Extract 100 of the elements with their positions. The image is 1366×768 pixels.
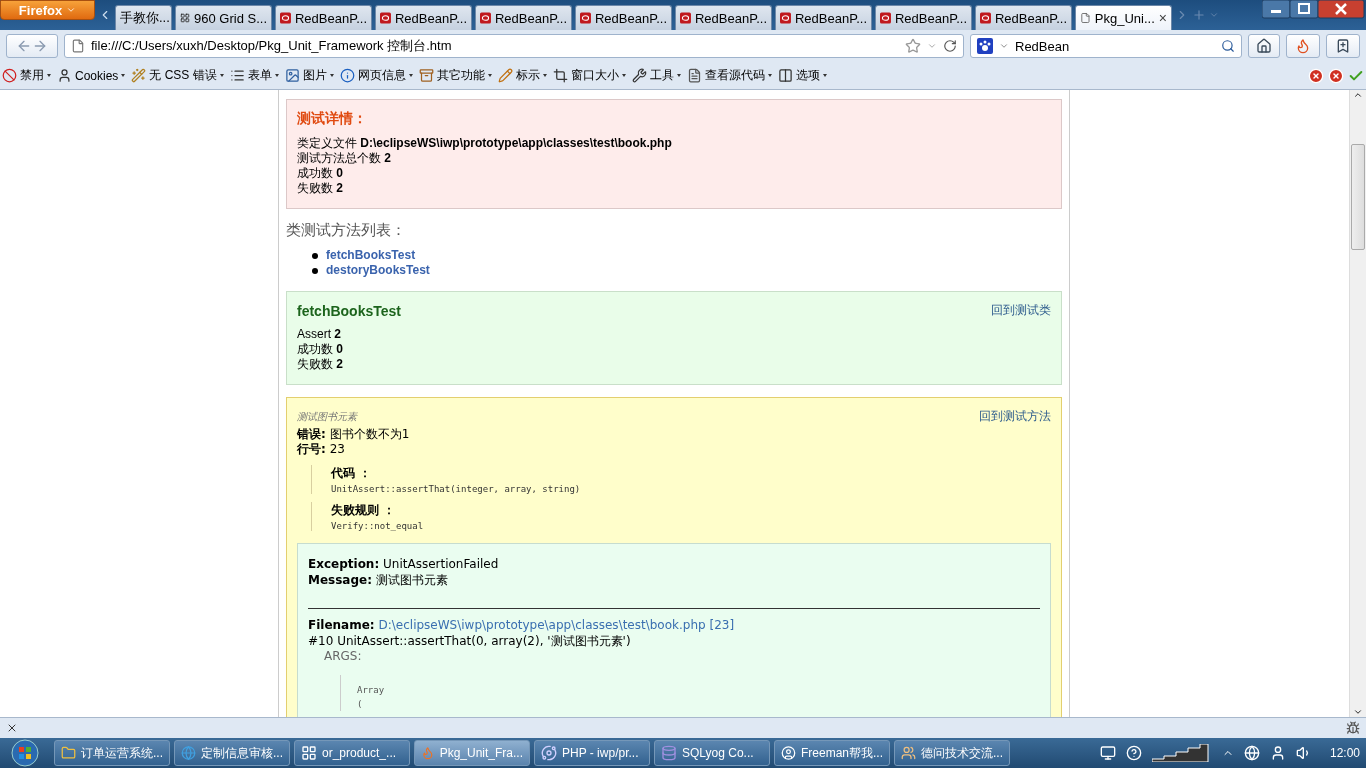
browser-tab[interactable]: 960 Grid S...: [175, 5, 272, 30]
panel-icon: [777, 68, 793, 83]
browser-tab[interactable]: RedBeanP...: [775, 5, 872, 30]
toolbar-menu[interactable]: 网页信息: [339, 67, 413, 84]
toolbar-menu[interactable]: 工具: [631, 67, 681, 84]
scroll-up-icon[interactable]: [1353, 90, 1363, 100]
detail-line: 失败数 2: [297, 181, 345, 196]
window-controls-drawing[interactable]: [1262, 0, 1366, 20]
toolbar-menu[interactable]: 标示: [497, 67, 547, 84]
bean-logo-icon: [780, 11, 791, 25]
block-label: 代码 ：: [331, 465, 373, 482]
taskbar-button[interactable]: SQLyog Co...: [654, 740, 770, 766]
crop-icon: [552, 68, 568, 83]
args-line: Array: [357, 684, 386, 697]
reload-icon[interactable]: [943, 39, 957, 53]
app-icon: [301, 745, 317, 761]
taskbar-button[interactable]: 德问技术交流...: [894, 740, 1010, 766]
bug-icon[interactable]: [1346, 721, 1360, 735]
back-link[interactable]: 回到测试类: [991, 302, 1051, 319]
toolbar-menu[interactable]: 禁用: [2, 67, 51, 84]
toolbar-menu[interactable]: 窗口大小: [552, 67, 626, 84]
back-link[interactable]: 回到测试方法: [979, 408, 1051, 425]
browser-tab[interactable]: RedBeanP...: [475, 5, 572, 30]
browser-tab[interactable]: RedBeanP...: [675, 5, 772, 30]
orbit-icon: [541, 745, 557, 761]
browser-tab[interactable]: RedBeanP...: [975, 5, 1072, 30]
bean-logo-icon: [480, 11, 491, 25]
flame-icon: [421, 745, 435, 761]
paw-icon: [977, 38, 993, 54]
detail-line: 成功数 0: [297, 166, 345, 181]
toolbar-menu[interactable]: 无 CSS 错误: [131, 67, 224, 84]
tab-close-button[interactable]: ×: [1158, 10, 1167, 26]
toolbar-menu[interactable]: 选项: [777, 67, 827, 84]
failure-caption: 测试图书元素: [297, 409, 357, 424]
bean-logo-icon: [680, 11, 691, 25]
taskbar-button[interactable]: 订单运营系统...: [54, 740, 170, 766]
wand-icon: [131, 68, 147, 83]
address-field[interactable]: file:///C:/Users/xuxh/Desktop/Pkg_Unit_Framework 控制台.htm: [64, 34, 964, 58]
toolbar-menu[interactable]: 查看源代码: [686, 67, 772, 84]
scroll-thumb[interactable]: [1351, 144, 1365, 250]
bullet-icon: [312, 252, 318, 259]
toolbar-menu[interactable]: Cookies: [57, 68, 126, 83]
user-icon: [57, 68, 72, 83]
scroll-down-icon[interactable]: [1353, 707, 1363, 717]
ban-icon: [2, 68, 17, 83]
browser-tab[interactable]: RedBeanP...: [275, 5, 372, 30]
toolbar-menu[interactable]: 图片: [284, 67, 334, 84]
globe-icon: [181, 745, 196, 761]
taskbar-button[interactable]: 定制信息审核...: [174, 740, 290, 766]
globe-icon[interactable]: [1243, 745, 1260, 761]
bookmark-star-icon[interactable]: [905, 38, 921, 54]
browser-tab[interactable]: RedBeanP...: [375, 5, 472, 30]
method-title: fetchBooksTest: [297, 302, 401, 319]
bookmarks-button[interactable]: [1326, 34, 1360, 58]
caret-icon: [66, 5, 77, 15]
code-line: Verify::not_equal: [331, 521, 425, 531]
browser-tab[interactable]: RedBeanP...: [575, 5, 672, 30]
filename-label: Filename:: [308, 618, 375, 632]
taskbar-button[interactable]: or_product_...: [294, 740, 410, 766]
info-icon: [339, 68, 355, 83]
forward-arrow-icon: [32, 38, 48, 54]
bean-logo-icon: [880, 11, 891, 25]
grid-icon: [180, 11, 190, 25]
args-label: ARGS:: [324, 649, 363, 663]
wrench-icon: [631, 68, 647, 83]
search-text: RedBean: [1015, 38, 1071, 54]
toolbar-menu[interactable]: 其它功能: [418, 67, 492, 84]
browser-tab[interactable]: 手教你...: [115, 5, 172, 30]
bean-logo-icon: [980, 11, 991, 25]
bookmark-icon: [1335, 38, 1351, 54]
folder-icon: [61, 745, 76, 761]
taskbar-button[interactable]: Freeman帮我...: [774, 740, 890, 766]
exception-field: Message: 测试图书元素: [308, 572, 1040, 588]
toolbar-menu[interactable]: 表单: [229, 67, 279, 84]
taskbar-button[interactable]: PHP - iwp/pr...: [534, 740, 650, 766]
search-icon[interactable]: [1221, 39, 1235, 53]
detail-line: 类定义文件 D:\eclipseWS\iwp\prototype\app\classes\test\book.php: [297, 136, 673, 151]
browser-tab[interactable]: Pkg_Uni... ×: [1075, 5, 1172, 30]
error-icon[interactable]: [1328, 67, 1344, 84]
search-field[interactable]: RedBean: [970, 34, 1242, 58]
list-icon: [229, 68, 245, 83]
avatar-icon: [781, 745, 796, 761]
document-icon: [686, 68, 702, 83]
method-link[interactable]: destoryBooksTest: [326, 263, 430, 278]
method-link[interactable]: fetchBooksTest: [326, 248, 416, 263]
flame-button[interactable]: [1286, 34, 1320, 58]
url-text: file:///C:/Users/xuxh/Desktop/Pkg_Unit_Framework 控制台.htm: [91, 37, 453, 55]
file-link[interactable]: D:\eclipseWS\iwp\prototype\app\classes\test\book.php [23]: [378, 618, 735, 632]
browser-tab[interactable]: RedBeanP...: [875, 5, 972, 30]
tray-app-icon[interactable]: [1099, 745, 1116, 761]
failure-field: 行号: 23: [297, 442, 1051, 457]
stat-line: 失败数 2: [297, 357, 345, 372]
home-button[interactable]: [1248, 34, 1280, 58]
error-icon[interactable]: [1308, 67, 1324, 84]
section-heading: 类测试方法列表：: [286, 221, 407, 240]
stat-line: 成功数 0: [297, 342, 345, 357]
bean-logo-icon: [580, 11, 591, 25]
help-icon[interactable]: [1125, 745, 1142, 761]
close-icon[interactable]: [6, 722, 18, 734]
trace-line: #10 UnitAssert::assertThat(0, array(2), '测试图书元素'): [308, 633, 632, 649]
